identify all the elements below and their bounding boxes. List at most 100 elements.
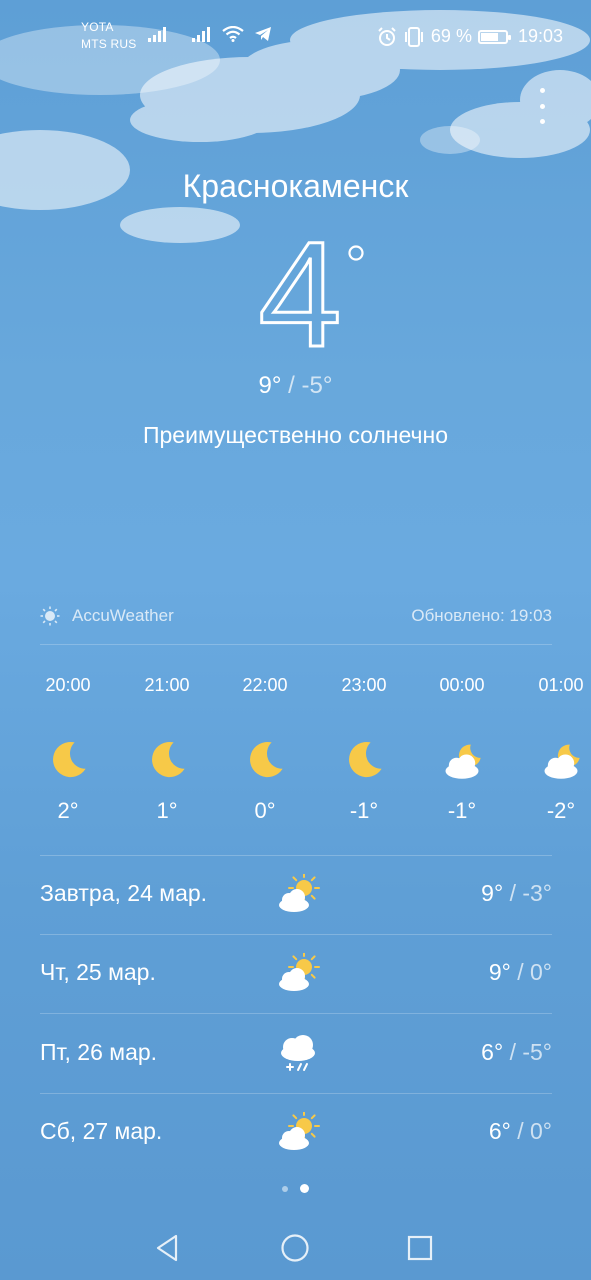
daily-date: Сб, 27 мар. bbox=[40, 1118, 163, 1144]
daily-row[interactable]: Завтра, 24 мар. 9° / -3° bbox=[40, 856, 552, 934]
cloudy-night-icon bbox=[445, 744, 481, 779]
provider-row: AccuWeather Обновлено: 19:03 bbox=[40, 606, 552, 632]
moon-icon bbox=[250, 741, 283, 778]
daily-icon bbox=[276, 1033, 322, 1075]
signal-icon bbox=[192, 27, 210, 42]
daily-temps: 6° / 0° bbox=[489, 1118, 552, 1145]
daily-low: -5° bbox=[522, 1039, 552, 1065]
today-high-low: 9° / -5° bbox=[0, 372, 591, 400]
divider bbox=[40, 644, 552, 645]
hourly-time: 20:00 bbox=[45, 675, 91, 695]
battery-icon bbox=[477, 29, 511, 44]
daily-separator: / bbox=[517, 959, 524, 985]
hourly-time: 21:00 bbox=[144, 675, 190, 695]
daily-high: 9° bbox=[488, 959, 511, 985]
daily-separator: / bbox=[509, 1039, 516, 1065]
hourly-item: 22:00 0° bbox=[215, 672, 315, 824]
provider-name: AccuWeather bbox=[72, 606, 174, 625]
weather-condition: Преимущественно солнечно bbox=[142, 422, 449, 448]
daily-date: Пт, 26 мар. bbox=[40, 1039, 158, 1065]
daily-icon bbox=[276, 951, 322, 995]
home-icon[interactable] bbox=[279, 1232, 311, 1264]
menu-dot bbox=[539, 119, 545, 124]
alarm-icon bbox=[378, 26, 396, 46]
hourly-temp: -2° bbox=[546, 798, 576, 823]
accuweather-sun-icon bbox=[40, 606, 60, 626]
status-bar: YOTA MTS RUS 69 % 19:03 bbox=[0, 0, 591, 80]
high-low-separator: / bbox=[288, 372, 295, 399]
daily-icon bbox=[276, 1110, 322, 1154]
daily-temps: 9° / 0° bbox=[489, 959, 552, 986]
battery-fill bbox=[480, 32, 498, 41]
hourly-temp: 2° bbox=[57, 798, 79, 823]
daily-temps: 9° / -3° bbox=[481, 880, 552, 907]
hourly-time: 01:00 bbox=[538, 675, 584, 695]
daily-separator: / bbox=[517, 1118, 524, 1144]
telegram-icon bbox=[255, 27, 271, 41]
carrier-labels: YOTA MTS RUS bbox=[81, 19, 136, 53]
provider[interactable]: AccuWeather bbox=[40, 606, 174, 626]
hourly-item: 01:00 -2° bbox=[511, 672, 591, 824]
hourly-time: 23:00 bbox=[341, 675, 387, 695]
hourly-time: 00:00 bbox=[439, 675, 485, 695]
daily-separator: / bbox=[509, 880, 516, 906]
moon-icon bbox=[152, 741, 185, 778]
moon-icon bbox=[53, 741, 86, 778]
daily-row[interactable]: Сб, 27 мар. 6° / 0° bbox=[40, 1094, 552, 1172]
updated-time: Обновлено: 19:03 bbox=[411, 606, 552, 625]
wifi-icon bbox=[222, 26, 244, 42]
daily-row[interactable]: Чт, 25 мар. 9° / 0° bbox=[40, 935, 552, 1013]
hourly-icon bbox=[18, 734, 118, 786]
navigation-bar bbox=[0, 1214, 591, 1280]
recents-icon[interactable] bbox=[404, 1232, 436, 1264]
daily-date: Завтра, 24 мар. bbox=[40, 880, 208, 906]
divider bbox=[40, 1013, 552, 1014]
daily-icon bbox=[276, 872, 322, 916]
more-options-button[interactable] bbox=[532, 88, 552, 124]
page-dot bbox=[282, 1185, 288, 1192]
today-low: -5° bbox=[301, 372, 333, 399]
cloudy-night-icon bbox=[544, 744, 580, 779]
today-high: 9° bbox=[258, 372, 282, 399]
battery-percent: 69 % bbox=[430, 26, 472, 46]
hourly-item: 20:00 2° bbox=[18, 672, 118, 824]
moon-icon bbox=[349, 741, 382, 778]
status-icons-right: 69 % 19:03 bbox=[377, 26, 563, 47]
carrier-1: YOTA bbox=[81, 20, 114, 34]
hourly-icon bbox=[412, 734, 512, 786]
back-icon[interactable] bbox=[152, 1232, 184, 1264]
hourly-forecast[interactable]: 20:00 2° 21:00 1° 22:00 0° 23:00 -1° 00:00 -1° 01:… bbox=[0, 672, 591, 832]
signal-icon bbox=[148, 27, 166, 42]
menu-dot bbox=[539, 88, 545, 93]
partly-sunny-icon bbox=[279, 1110, 320, 1150]
current-temperature-value: 4 bbox=[258, 228, 341, 358]
daily-date: Чт, 25 мар. bbox=[40, 959, 156, 985]
hourly-temp: 0° bbox=[254, 798, 276, 823]
vibrate-icon bbox=[404, 26, 423, 47]
clock: 19:03 bbox=[517, 26, 563, 46]
city-name[interactable]: Краснокаменск bbox=[0, 168, 591, 205]
partly-sunny-icon bbox=[279, 951, 320, 991]
daily-low: 0° bbox=[530, 1118, 552, 1144]
hourly-time: 22:00 bbox=[242, 675, 288, 695]
daily-temps: 6° / -5° bbox=[481, 1039, 552, 1066]
status-icons-left bbox=[148, 26, 272, 42]
daily-high: 9° bbox=[481, 880, 504, 906]
hourly-icon bbox=[117, 734, 217, 786]
hourly-item: 00:00 -1° bbox=[412, 672, 512, 824]
hourly-icon bbox=[511, 734, 591, 786]
daily-high: 6° bbox=[481, 1039, 504, 1065]
degree-symbol bbox=[348, 245, 364, 261]
hourly-item: 23:00 -1° bbox=[314, 672, 414, 824]
partly-sunny-icon bbox=[279, 872, 320, 912]
carrier-2: MTS RUS bbox=[81, 37, 137, 51]
daily-low: 0° bbox=[530, 959, 552, 985]
hourly-temp: -1° bbox=[349, 798, 379, 823]
hourly-temp: 1° bbox=[156, 798, 178, 823]
hourly-icon bbox=[314, 734, 414, 786]
daily-high: 6° bbox=[488, 1118, 511, 1144]
page-indicator bbox=[282, 1184, 309, 1193]
hourly-item: 21:00 1° bbox=[117, 672, 217, 824]
hourly-temp: -1° bbox=[447, 798, 477, 823]
daily-row[interactable]: Пт, 26 мар. 6° / -5° bbox=[40, 1015, 552, 1093]
